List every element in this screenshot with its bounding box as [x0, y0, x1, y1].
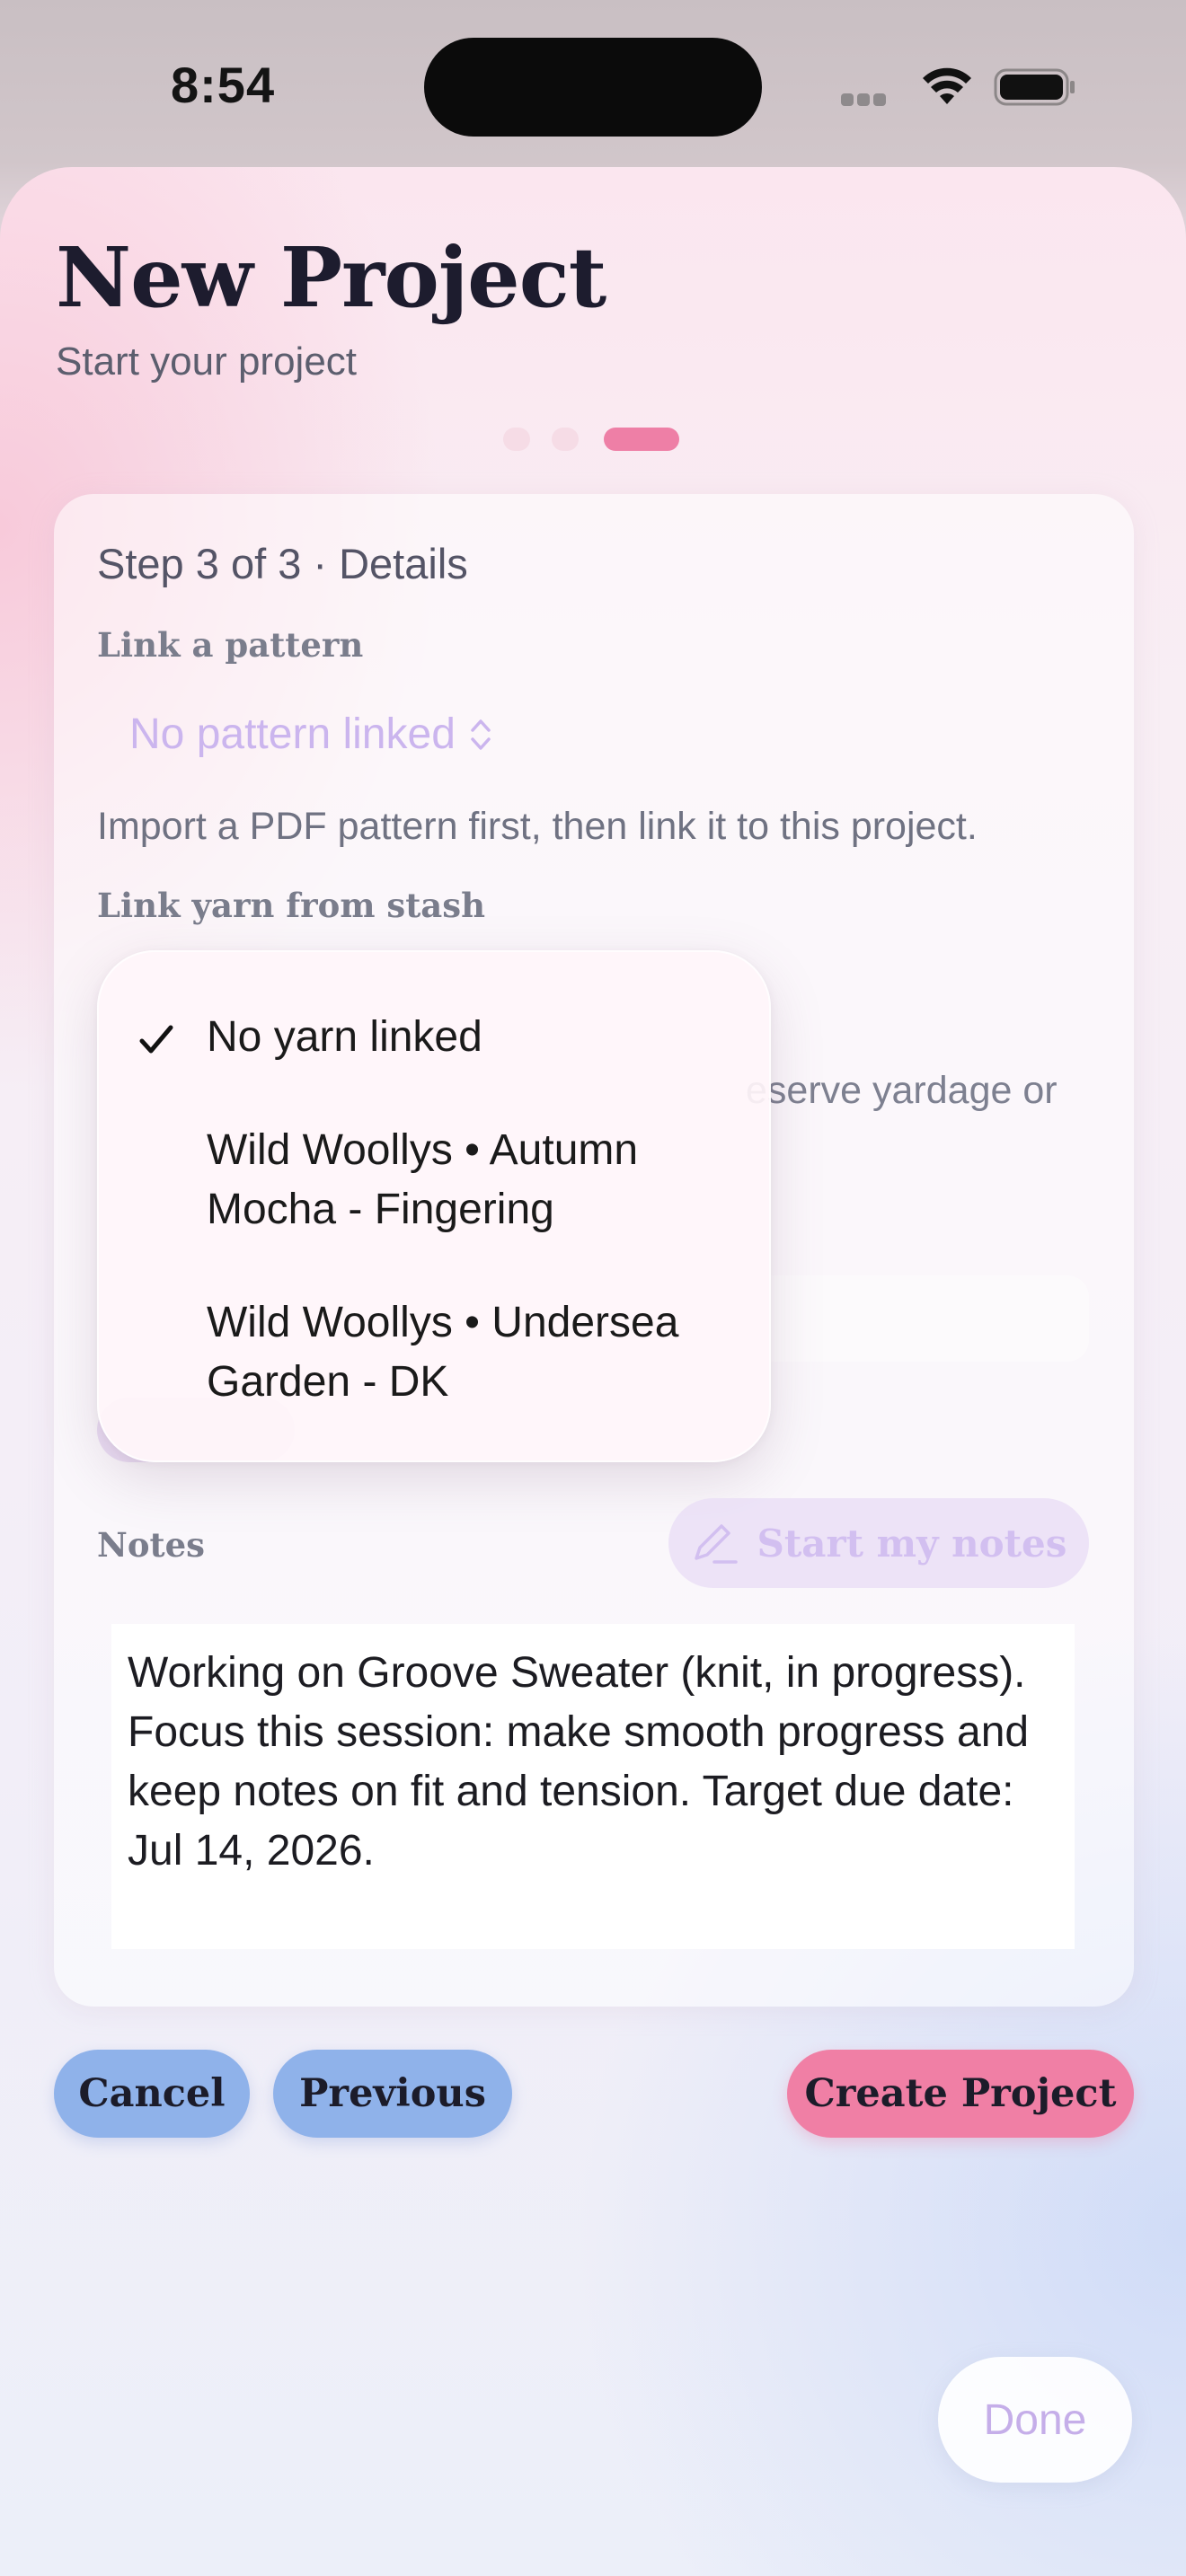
previous-button[interactable]: Previous: [273, 2050, 512, 2138]
yarn-hint: eserve yardage or: [746, 1069, 1058, 1112]
chevron-up-down-icon: [471, 719, 491, 750]
yarn-dropdown-menu: No yarn linked Wild Woollys • Autumn Moc…: [97, 950, 771, 1462]
dynamic-island: [424, 38, 762, 137]
wifi-icon: [923, 67, 971, 104]
page-title: New Project: [56, 229, 606, 326]
pattern-section-label: Link a pattern: [97, 625, 364, 665]
menu-item-no-yarn[interactable]: No yarn linked: [139, 1008, 728, 1067]
battery-icon: [994, 68, 1075, 106]
menu-item-autumn-mocha[interactable]: Wild Woollys • Autumn Mocha - Fingering: [207, 1121, 728, 1239]
pattern-picker-value: No pattern linked: [129, 710, 456, 758]
checkmark-icon: [139, 1025, 173, 1054]
done-button[interactable]: Done: [938, 2357, 1132, 2483]
pattern-picker[interactable]: No pattern linked: [129, 710, 493, 759]
cellular-signal-icon: [841, 93, 904, 106]
create-project-button[interactable]: Create Project: [787, 2050, 1134, 2138]
page-subtitle: Start your project: [56, 340, 358, 384]
notes-text-area[interactable]: Working on Groove Sweater (knit, in prog…: [111, 1624, 1075, 1949]
start-notes-label: Start my notes: [757, 1521, 1067, 1566]
step-dot-3-active: [604, 428, 679, 451]
status-bar: 8:54: [0, 0, 1186, 162]
menu-item-label: Wild Woollys • Undersea Garden - DK: [207, 1299, 679, 1406]
cancel-button[interactable]: Cancel: [54, 2050, 250, 2138]
pattern-hint: Import a PDF pattern first, then link it…: [97, 805, 978, 848]
yarn-section-label: Link yarn from stash: [97, 886, 485, 925]
status-time: 8:54: [171, 57, 276, 113]
menu-item-undersea-garden[interactable]: Wild Woollys • Undersea Garden - DK: [207, 1293, 728, 1412]
start-notes-button[interactable]: Start my notes: [668, 1498, 1089, 1588]
menu-item-label: Wild Woollys • Autumn Mocha - Fingering: [207, 1126, 639, 1233]
step-dot-1: [503, 428, 530, 451]
step-label: Step 3 of 3 · Details: [97, 540, 468, 587]
step-dot-2: [552, 428, 579, 451]
notes-section-label: Notes: [97, 1525, 205, 1565]
pencil-icon: [694, 1524, 738, 1564]
menu-item-label: No yarn linked: [207, 1013, 482, 1061]
